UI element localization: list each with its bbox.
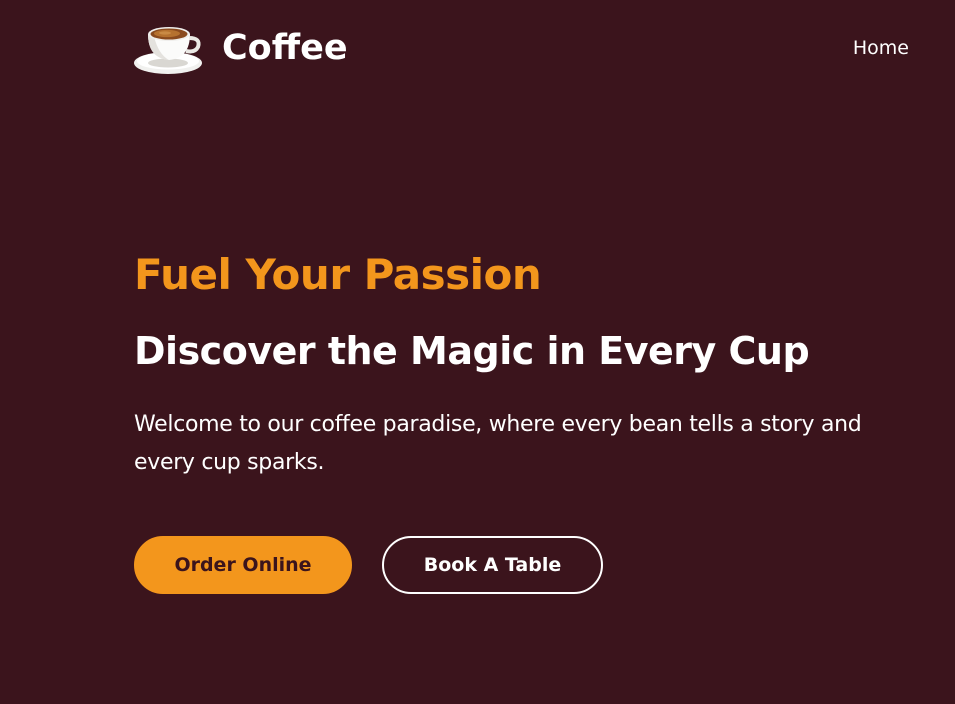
hero-description: Welcome to our coffee paradise, where ev… <box>134 412 862 475</box>
nav-link-home[interactable]: Home <box>853 35 909 61</box>
coffee-cup-icon <box>134 27 202 74</box>
book-table-button[interactable]: Book A Table <box>382 536 603 594</box>
navbar: Coffee Home <box>0 0 955 96</box>
order-online-button[interactable]: Order Online <box>134 536 352 594</box>
hero-section: Fuel Your Passion Discover the Magic in … <box>134 246 894 594</box>
hero-buttons: Order Online Book A Table <box>134 536 894 594</box>
brand-name: Coffee <box>222 28 348 68</box>
hero-subtitle: Fuel Your Passion <box>134 250 542 299</box>
brand-link[interactable]: Coffee <box>134 18 348 78</box>
hero-title: Discover the Magic in Every Cup <box>134 329 810 373</box>
